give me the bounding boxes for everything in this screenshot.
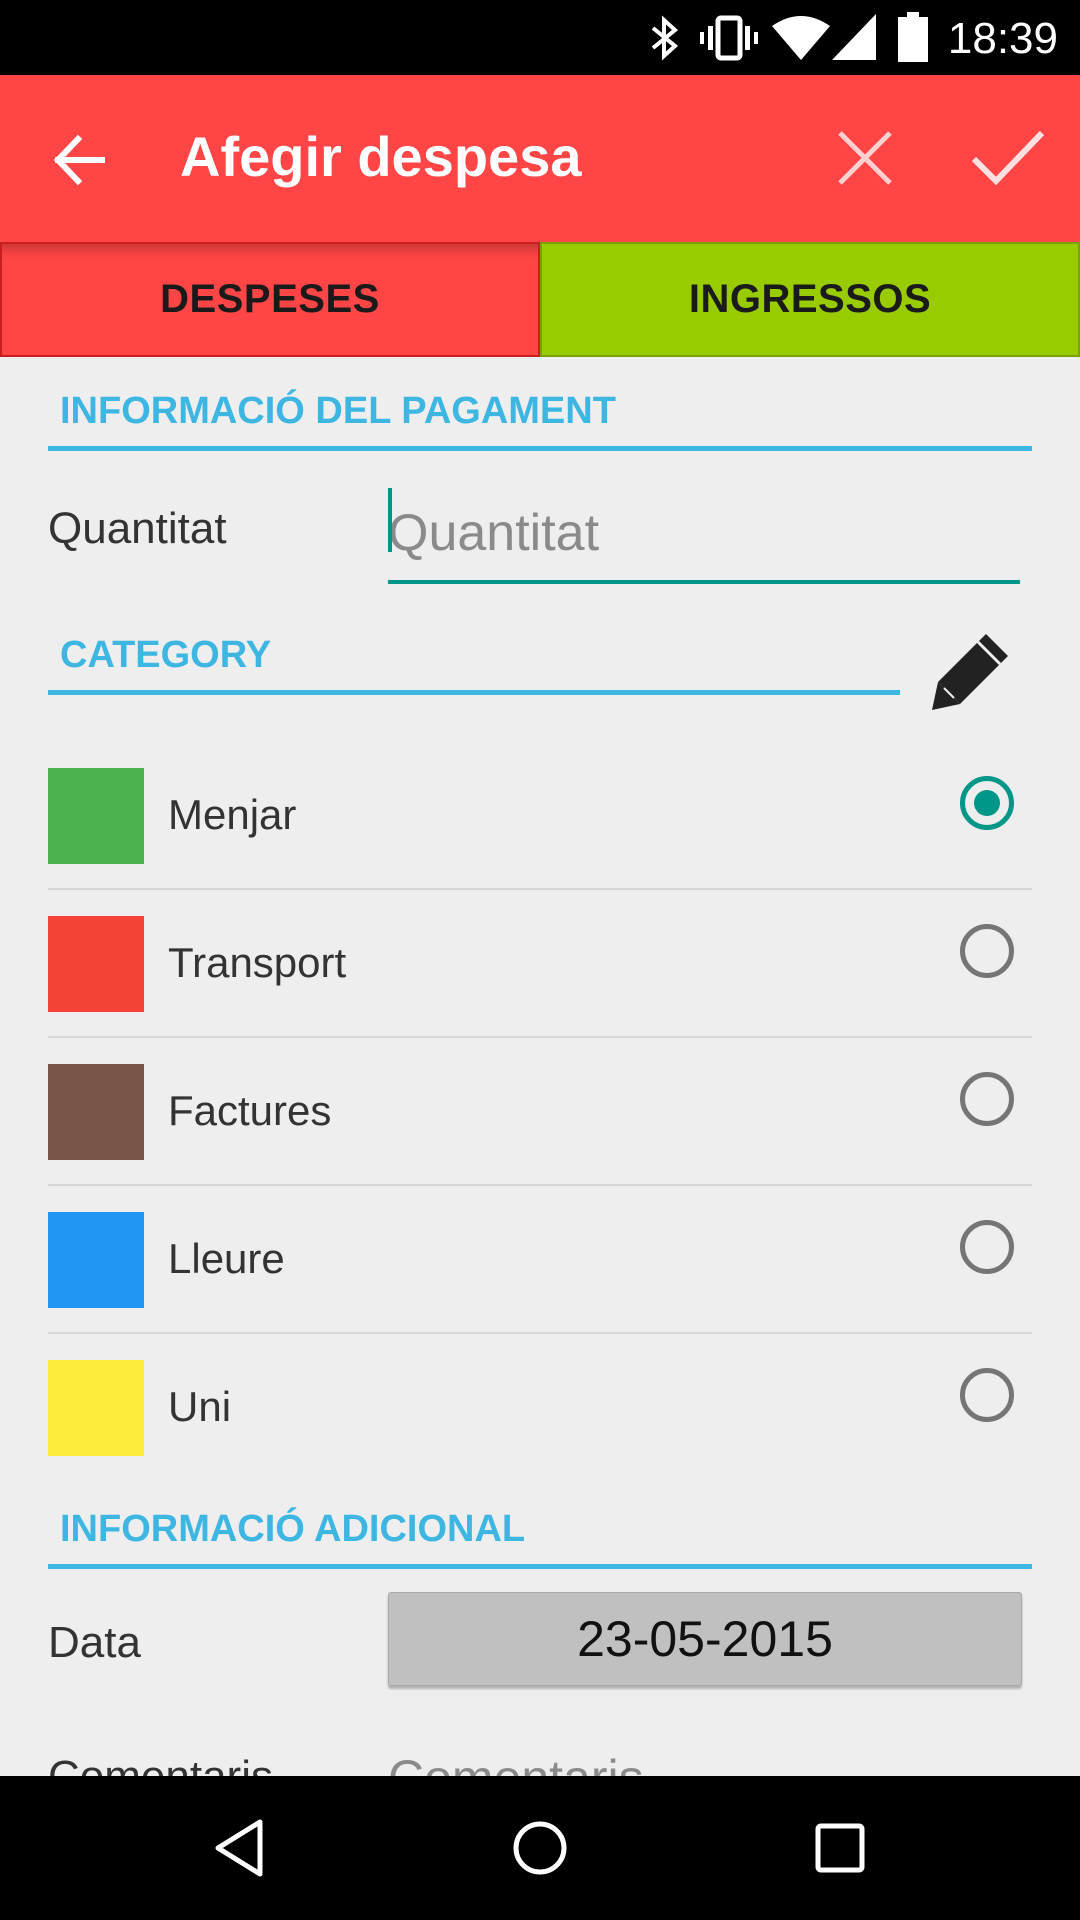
home-circle-icon[interactable] [504, 1812, 576, 1884]
category-section-title: CATEGORY [60, 634, 272, 676]
category-item-uni[interactable]: Uni [48, 1334, 1032, 1480]
payment-section-title: INFORMACIÓ DEL PAGAMENT [60, 390, 616, 432]
recents-square-icon[interactable] [804, 1812, 876, 1884]
back-triangle-icon[interactable] [204, 1812, 276, 1884]
category-section-header: CATEGORY [48, 630, 900, 695]
category-item-menjar[interactable]: Menjar [48, 742, 1032, 890]
category-color-swatch [48, 768, 144, 864]
tab-despeses[interactable]: DESPESES [0, 242, 540, 357]
category-item-transport[interactable]: Transport [48, 890, 1032, 1038]
arrow-back-icon[interactable] [48, 125, 118, 195]
payment-section-header: INFORMACIÓ DEL PAGAMENT [48, 386, 1032, 451]
status-bar: 18:39 [0, 0, 1080, 75]
category-radio[interactable] [960, 1072, 1014, 1126]
category-label: Menjar [168, 791, 297, 838]
category-list: Menjar Transport Factures Lleure Uni [48, 742, 1032, 1480]
date-label: Data [48, 1618, 141, 1667]
category-color-swatch [48, 1212, 144, 1308]
tab-bar: DESPESES INGRESSOS [0, 242, 1080, 357]
category-label: Transport [168, 939, 347, 986]
category-label: Uni [168, 1383, 232, 1430]
nav-bar [0, 1776, 1080, 1920]
pencil-icon[interactable] [930, 630, 1012, 712]
signal-icon [832, 14, 876, 60]
clock: 18:39 [947, 14, 1058, 63]
bluetooth-icon [651, 15, 679, 61]
category-item-factures[interactable]: Factures [48, 1038, 1032, 1186]
date-picker-button[interactable]: 23-05-2015 [388, 1592, 1022, 1686]
tab-ingressos[interactable]: INGRESSOS [540, 242, 1080, 357]
quantity-input[interactable] [388, 485, 1020, 584]
close-icon[interactable] [832, 125, 898, 191]
category-color-swatch [48, 916, 144, 1012]
vibrate-icon [700, 15, 758, 61]
app-bar: Afegir despesa [0, 75, 1080, 242]
additional-section-header: INFORMACIÓ ADICIONAL [48, 1504, 1032, 1569]
check-icon[interactable] [970, 125, 1046, 191]
category-item-lleure[interactable]: Lleure [48, 1186, 1032, 1334]
category-radio[interactable] [960, 1368, 1014, 1422]
category-color-swatch [48, 1064, 144, 1160]
additional-section-title: INFORMACIÓ ADICIONAL [60, 1508, 526, 1550]
category-color-swatch [48, 1360, 144, 1456]
screen: 18:39 Afegir despesa DESPESES INGRESSOS … [0, 0, 1080, 1920]
category-radio[interactable] [960, 1220, 1014, 1274]
text-cursor [388, 488, 392, 552]
battery-icon [898, 12, 928, 62]
category-label: Factures [168, 1087, 332, 1134]
wifi-icon [772, 16, 830, 60]
category-label: Lleure [168, 1235, 285, 1282]
page-title: Afegir despesa [180, 125, 582, 188]
quantity-label: Quantitat [48, 504, 227, 553]
category-radio-selected[interactable] [960, 776, 1014, 830]
category-radio[interactable] [960, 924, 1014, 978]
